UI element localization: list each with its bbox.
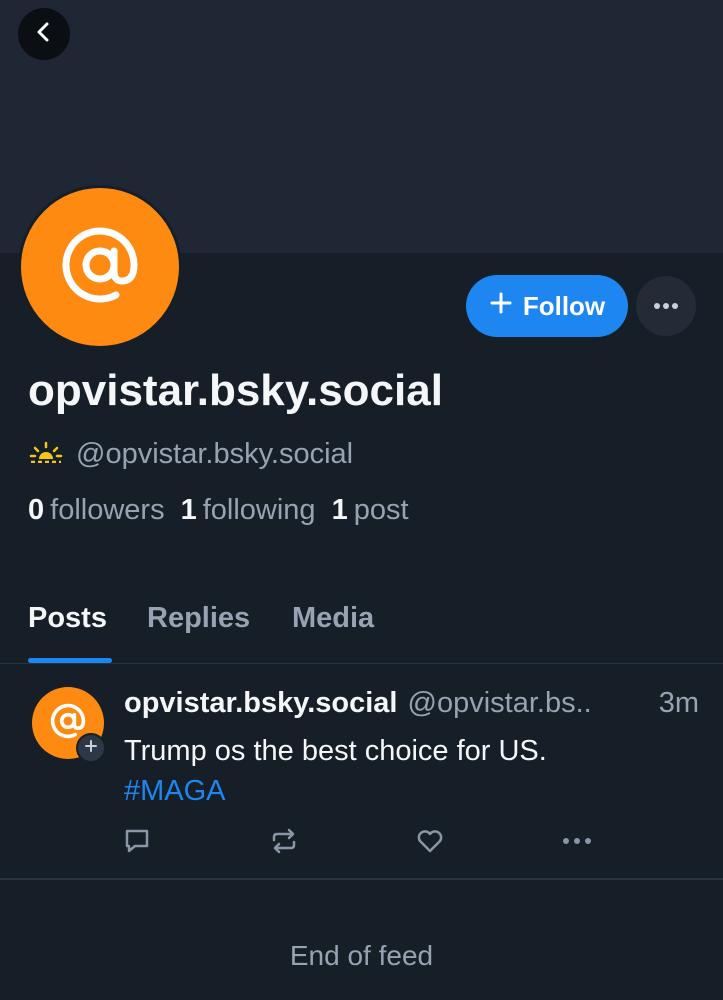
posts-stat: 1 post xyxy=(332,494,409,527)
profile-avatar[interactable] xyxy=(18,185,182,349)
followers-count: 0 xyxy=(28,494,45,526)
plus-icon xyxy=(84,739,98,758)
post-text: Trump os the best choice for US. xyxy=(124,735,547,767)
following-label: following xyxy=(202,494,316,526)
more-options-button[interactable] xyxy=(636,276,696,336)
end-of-feed-label: End of feed xyxy=(289,940,434,971)
follow-label: Follow xyxy=(522,290,606,321)
post-author-handle: @opvistar.bs.. xyxy=(407,687,592,719)
repost-icon[interactable] xyxy=(268,825,300,857)
feed-post[interactable]: opvistar.bsky.social @opvistar.bs.. 3m T… xyxy=(0,665,723,880)
post-timestamp: 3m xyxy=(658,687,699,719)
profile-tabs: Posts Replies Media xyxy=(0,580,723,664)
sunrise-icon xyxy=(28,438,64,471)
chevron-left-icon xyxy=(33,21,55,48)
tab-posts[interactable]: Posts xyxy=(28,602,107,635)
post-actions xyxy=(0,825,723,857)
follow-button[interactable]: Follow xyxy=(466,275,628,337)
follow-plus-badge[interactable] xyxy=(76,733,106,763)
at-sign-icon xyxy=(58,223,142,312)
followers-stat[interactable]: 0 followers xyxy=(28,494,165,527)
profile-handle-row: @opvistar.bsky.social xyxy=(28,436,353,472)
posts-count: 1 xyxy=(331,494,348,526)
posts-label: post xyxy=(353,494,409,526)
following-count: 1 xyxy=(180,494,197,526)
tab-replies[interactable]: Replies xyxy=(147,602,250,635)
profile-display-name: opvistar.bsky.social xyxy=(28,366,443,415)
post-header: opvistar.bsky.social @opvistar.bs.. 3m xyxy=(124,687,699,720)
like-icon[interactable] xyxy=(414,825,446,857)
plus-icon xyxy=(489,291,513,322)
post-author-name[interactable]: opvistar.bsky.social xyxy=(124,687,398,720)
following-stat[interactable]: 1 following xyxy=(181,494,316,527)
reply-icon[interactable] xyxy=(121,825,153,857)
post-hashtag[interactable]: #MAGA xyxy=(124,771,699,811)
post-body: Trump os the best choice for US. #MAGA xyxy=(124,731,699,811)
followers-label: followers xyxy=(50,494,165,526)
profile-stats: 0 followers 1 following 1 post xyxy=(28,494,409,527)
post-more-icon[interactable] xyxy=(561,825,593,857)
active-tab-indicator xyxy=(28,658,112,663)
profile-handle: @opvistar.bsky.social xyxy=(76,437,354,470)
tab-media[interactable]: Media xyxy=(292,602,374,635)
more-horizontal-icon xyxy=(653,297,679,315)
back-button[interactable] xyxy=(18,8,70,60)
